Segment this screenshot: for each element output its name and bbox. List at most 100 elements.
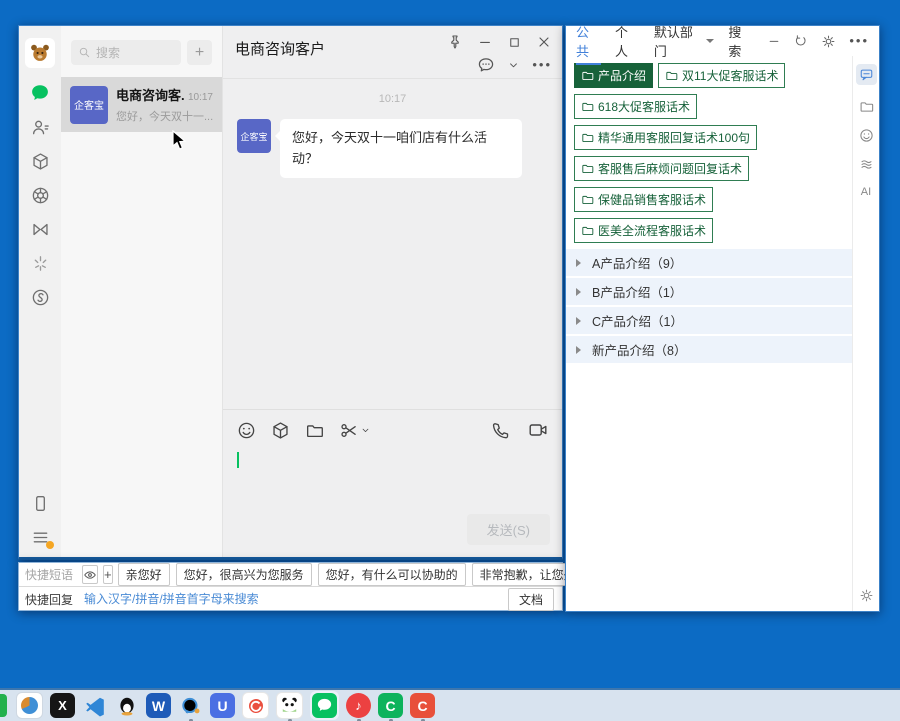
video-call-icon[interactable]	[528, 420, 548, 440]
screenshot-caret-icon[interactable]	[360, 425, 371, 436]
group-label: B产品介绍（1）	[592, 282, 682, 301]
quick-phrase-button[interactable]: 您好，有什么可以协助的	[318, 563, 466, 586]
mobile-icon[interactable]	[31, 494, 50, 513]
workspace-icon[interactable]	[31, 152, 50, 171]
capture-cube-icon[interactable]	[271, 421, 290, 440]
folder-icon	[581, 69, 594, 82]
spark-icon[interactable]	[31, 254, 50, 273]
taskbar-browser-icon[interactable]	[242, 692, 269, 719]
add-phrase-button[interactable]: +	[103, 565, 113, 584]
emoji-icon[interactable]	[237, 421, 256, 440]
strip-chat-icon[interactable]	[856, 64, 877, 85]
chats-icon[interactable]	[30, 83, 50, 103]
phrase-group-list: A产品介绍（9） B产品介绍（1） C产品介绍（1）	[566, 249, 852, 365]
department-select[interactable]: 默认部门	[654, 22, 714, 60]
strip-folder-icon[interactable]	[859, 99, 874, 114]
tag-button[interactable]: 客服售后麻烦问题回复话术	[574, 156, 749, 181]
settings-gear-icon[interactable]	[821, 34, 836, 49]
pin-icon[interactable]	[445, 32, 465, 52]
chat-title: 电商咨询客户	[235, 38, 325, 59]
expand-arrow-icon	[576, 259, 585, 267]
phrase-group-row[interactable]: A产品介绍（9）	[566, 249, 852, 278]
panel-minimize-icon[interactable]	[767, 34, 781, 48]
quick-phrase-button[interactable]: 亲您好	[118, 563, 170, 586]
maximize-icon[interactable]	[505, 33, 524, 52]
panel-more-icon[interactable]: •••	[849, 36, 869, 46]
user-avatar[interactable]	[25, 38, 55, 68]
assistant-side-strip: AI	[852, 56, 879, 611]
wecom-main-window: 搜索 + 企客宝 电商咨询客... 10:17 您好，今天双十一... 电商咨询…	[18, 25, 563, 560]
panel-search[interactable]: 搜索	[728, 22, 753, 60]
chat-more-icon[interactable]: •••	[532, 60, 552, 70]
folder-icon	[581, 162, 594, 175]
folder-icon	[581, 193, 594, 206]
add-chat-button[interactable]: +	[187, 40, 212, 65]
tag-button[interactable]: 618大促客服话术	[574, 94, 697, 119]
quick-reply-label: 快捷回复	[25, 591, 77, 608]
tag-button[interactable]: 产品介绍	[574, 63, 653, 88]
taskbar-music-icon[interactable]: ♪	[346, 693, 371, 718]
taskbar-media-player-icon[interactable]	[16, 692, 43, 719]
link-icon[interactable]	[31, 288, 50, 307]
assistant-content: 产品介绍 双11大促客服话术 618大促客服话术	[566, 56, 852, 611]
phrase-group-row[interactable]: B产品介绍（1）	[566, 278, 852, 307]
screenshot-icon[interactable]	[339, 421, 371, 440]
eye-toggle-button[interactable]	[82, 565, 98, 584]
tag-label: 618大促客服话术	[598, 98, 690, 115]
chat-list-item[interactable]: 企客宝 电商咨询客... 10:17 您好，今天双十一...	[61, 77, 222, 132]
tag-button[interactable]: 医美全流程客服话术	[574, 218, 713, 243]
search-input[interactable]: 搜索	[71, 40, 181, 65]
notification-dot	[46, 541, 54, 549]
taskbar-ai-chat-icon[interactable]	[178, 693, 203, 718]
taskbar-qq-icon[interactable]	[114, 693, 139, 718]
expand-arrow-icon	[576, 346, 585, 354]
contacts-icon[interactable]	[31, 118, 50, 137]
chat-header: 电商咨询客户 •••	[223, 26, 562, 79]
taskbar-camtasia-green-icon[interactable]: C	[378, 693, 403, 718]
quick-phrase-button[interactable]: 您好，很高兴为您服务	[176, 563, 312, 586]
message-avatar[interactable]: 企客宝	[237, 119, 271, 153]
message-bubble: 您好，今天双十一咱们店有什么活动？	[280, 119, 522, 178]
group-label: C产品介绍（1）	[592, 311, 683, 330]
taskbar-word-icon[interactable]: W	[146, 693, 171, 718]
folder-icon	[581, 224, 594, 237]
tag-button[interactable]: 保健品销售客服话术	[574, 187, 713, 212]
message-input[interactable]	[223, 446, 562, 514]
workbench-icon[interactable]	[31, 186, 50, 205]
phrase-group-row[interactable]: C产品介绍（1）	[566, 307, 852, 336]
minimize-icon[interactable]	[475, 32, 495, 52]
taskbar-u-shield-icon[interactable]: U	[210, 693, 235, 718]
more-menu-icon[interactable]	[31, 528, 50, 547]
tab-personal[interactable]: 个人	[615, 22, 640, 60]
taskbar-partial-app-icon[interactable]	[0, 694, 7, 717]
taskbar-vscode-icon[interactable]	[82, 693, 107, 718]
strip-layers-icon[interactable]	[859, 157, 874, 172]
strip-emoji-icon[interactable]	[859, 128, 874, 143]
phrase-group-row[interactable]: 新产品介绍（8）	[566, 336, 852, 365]
strip-gear-icon[interactable]	[859, 588, 874, 603]
voice-call-icon[interactable]	[491, 421, 510, 440]
tab-public[interactable]: 公共	[576, 22, 601, 60]
message-options-icon[interactable]	[477, 56, 495, 74]
text-cursor	[237, 452, 239, 468]
taskbar: X W U ♪ C C	[0, 688, 900, 721]
tag-label: 产品介绍	[598, 67, 646, 84]
taskbar-panda-app-icon[interactable]	[276, 692, 303, 719]
quick-reply-input[interactable]	[82, 591, 503, 607]
refresh-icon[interactable]	[794, 34, 808, 48]
taskbar-wecom-icon[interactable]	[312, 693, 337, 718]
tag-button[interactable]: 精华通用客服回复话术100句	[574, 125, 757, 150]
moments-icon[interactable]	[31, 220, 50, 239]
assistant-header: 公共 个人 默认部门 搜索 •••	[566, 26, 879, 56]
file-folder-icon[interactable]	[305, 421, 324, 440]
taskbar-capcut-icon[interactable]: X	[50, 693, 75, 718]
tag-button[interactable]: 双11大促客服话术	[658, 63, 785, 88]
strip-ai-label[interactable]: AI	[861, 186, 871, 198]
doc-button[interactable]: 文档	[508, 588, 554, 611]
taskbar-camtasia-red-icon[interactable]: C	[410, 693, 435, 718]
search-icon	[78, 46, 91, 59]
close-icon[interactable]	[534, 32, 554, 52]
message-row: 企客宝 您好，今天双十一咱们店有什么活动？	[237, 119, 548, 178]
send-button[interactable]: 发送(S)	[467, 514, 550, 545]
chevron-down-icon[interactable]	[507, 59, 520, 72]
